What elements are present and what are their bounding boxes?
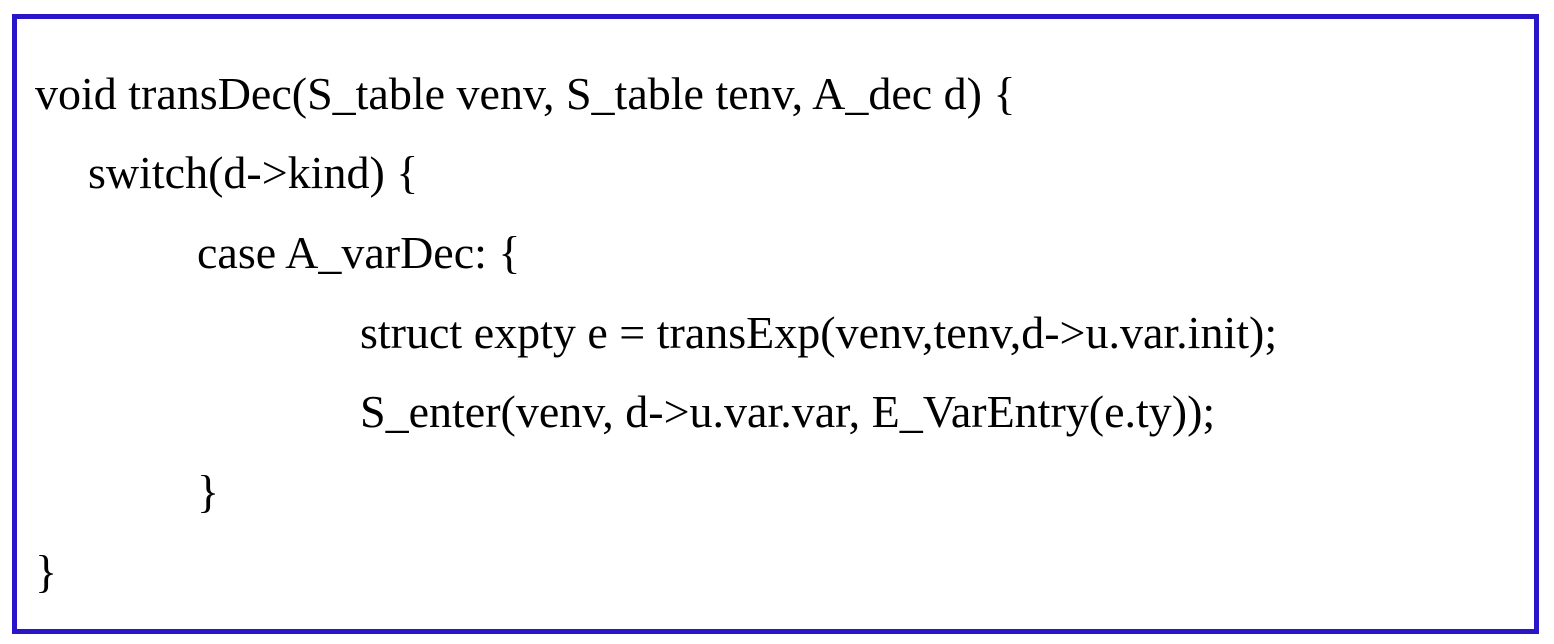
code-line-function-signature: void transDec(S_table venv, S_table tenv…: [35, 68, 1016, 119]
code-line-s-enter: S_enter(venv, d->u.var.var, E_VarEntry(e…: [360, 386, 1216, 437]
code-line-case: case A_varDec: {: [197, 227, 521, 278]
code-line-function-close-brace: }: [35, 546, 58, 597]
code-box: void transDec(S_table venv, S_table tenv…: [12, 14, 1539, 634]
code-line-struct-expty: struct expty e = transExp(venv,tenv,d->u…: [360, 307, 1278, 358]
code-line-switch: switch(d->kind) {: [88, 147, 419, 198]
code-line-case-close-brace: }: [197, 466, 220, 517]
